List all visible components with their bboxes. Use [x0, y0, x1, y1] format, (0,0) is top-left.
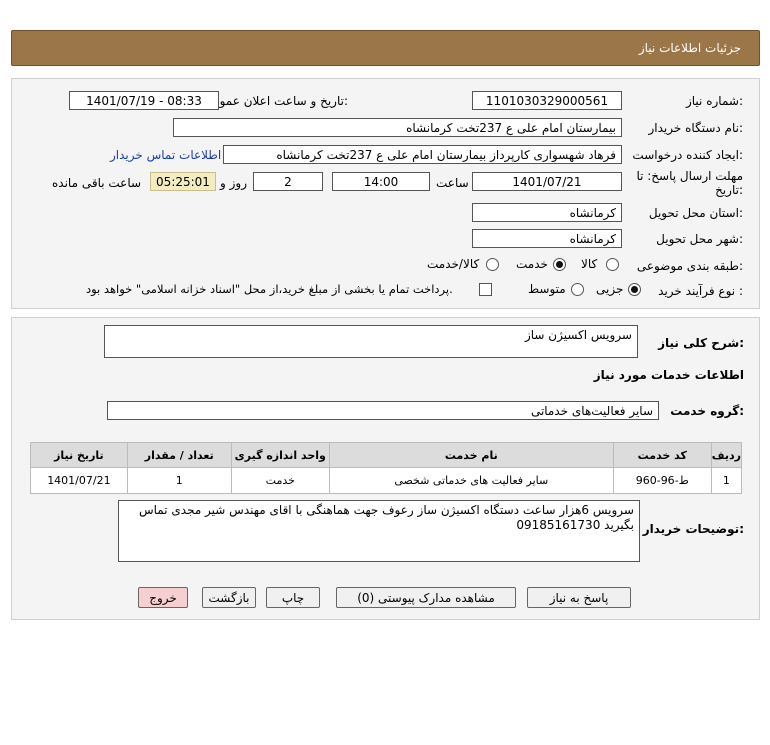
print-button[interactable]: چاپ: [266, 587, 320, 608]
city-field: کرمانشاه: [472, 229, 622, 248]
services-table: ردیف کد خدمت نام خدمت واحد اندازه گیری ت…: [30, 442, 743, 494]
deadline-date-field: 1401/07/21: [472, 172, 622, 191]
creator-field: فرهاد شهسواری کارپرداز بیمارستان امام عل…: [223, 145, 622, 164]
category-radio-service[interactable]: [553, 258, 566, 271]
cell-service-name: سایر فعالیت های خدماتی شخصی: [328, 467, 614, 494]
deadline-time-label: ساعت: [436, 176, 469, 190]
summary-field: سرویس اکسیژن ساز: [104, 325, 638, 358]
creator-label: ایجاد کننده درخواست:: [632, 148, 743, 162]
col-service-code: کد خدمت: [612, 442, 712, 468]
exit-button[interactable]: خروج: [138, 587, 188, 608]
need-number-label: شماره نیاز:: [685, 94, 743, 108]
process-radio-minor[interactable]: [628, 283, 641, 296]
cell-service-code: ط-96-960: [612, 467, 712, 494]
services-heading: اطلاعات خدمات مورد نیاز: [593, 368, 744, 382]
attachments-button[interactable]: مشاهده مدارک پیوستی (0): [336, 587, 516, 608]
page-title: جزئیات اطلاعات نیاز: [638, 41, 741, 55]
col-need-date: تاریخ نیاز: [30, 442, 128, 468]
need-number-field: 1101030329000561: [472, 91, 622, 110]
service-group-field: سایر فعالیت‌های خدماتی: [107, 401, 659, 420]
days-label: روز و: [220, 176, 247, 190]
treasury-checkbox[interactable]: [479, 283, 492, 296]
announce-field: 1401/07/19 - 08:33: [69, 91, 219, 110]
cell-unit: خدمت: [230, 467, 330, 494]
province-field: کرمانشاه: [472, 203, 622, 222]
need-info-panel: [11, 78, 760, 309]
category-radio-goods[interactable]: [606, 258, 619, 271]
summary-label: شرح کلی نیاز:: [658, 336, 744, 350]
table-header-row: ردیف کد خدمت نام خدمت واحد اندازه گیری ت…: [30, 442, 743, 468]
process-radio-medium[interactable]: [571, 283, 584, 296]
col-quantity: تعداد / مقدار: [126, 442, 232, 468]
buyer-contact-link[interactable]: اطلاعات تماس خریدار: [110, 148, 221, 162]
cell-row: 1: [710, 467, 743, 494]
back-button[interactable]: بازگشت: [202, 587, 256, 608]
category-option-service: خدمت: [516, 257, 548, 271]
service-group-label: گروه خدمت:: [670, 404, 744, 418]
col-unit: واحد اندازه گیری: [230, 442, 330, 468]
col-service-name: نام خدمت: [328, 442, 614, 468]
process-option-minor: جزیی: [596, 282, 624, 296]
remaining-time-field: 05:25:01: [150, 172, 216, 191]
category-option-goods-service: کالا/خدمت: [427, 257, 480, 271]
treasury-note: پرداخت تمام یا بخشی از مبلغ خرید،از محل …: [86, 282, 453, 296]
remaining-label: ساعت باقی مانده: [52, 176, 142, 190]
col-row: ردیف: [710, 442, 743, 468]
deadline-time-field: 14:00: [332, 172, 430, 191]
province-label: استان محل تحویل:: [648, 206, 743, 220]
announce-label: تاریخ و ساعت اعلان عمومی:: [203, 94, 348, 108]
cell-quantity: 1: [126, 467, 232, 494]
buyer-org-label: نام دستگاه خریدار:: [648, 121, 744, 135]
category-radio-goods-service[interactable]: [486, 258, 499, 271]
page-header: جزئیات اطلاعات نیاز: [11, 30, 760, 66]
table-row: 1 ط-96-960 سایر فعالیت های خدماتی شخصی خ…: [30, 467, 743, 494]
process-option-medium: متوسط: [528, 282, 566, 296]
buyer-notes-field: سرویس 6هزار ساعت دستگاه اکسیژن ساز رعوف …: [118, 500, 640, 562]
buyer-notes-label: توضیحات خریدار:: [642, 522, 744, 536]
deadline-label: مهلت ارسال پاسخ: تا: [636, 169, 743, 183]
city-label: شهر محل تحویل:: [656, 232, 743, 246]
process-label: نوع فرآیند خرید :: [658, 284, 743, 298]
deadline-label-date: تاریخ:: [715, 183, 743, 197]
buyer-org-field: بیمارستان امام علی ع 237تخت کرمانشاه: [173, 118, 622, 137]
reply-button[interactable]: پاسخ به نیاز: [527, 587, 631, 608]
category-label: طبقه بندی موضوعی:: [636, 259, 743, 273]
days-field: 2: [253, 172, 323, 191]
category-option-goods: کالا: [581, 257, 598, 271]
cell-need-date: 1401/07/21: [30, 467, 128, 494]
